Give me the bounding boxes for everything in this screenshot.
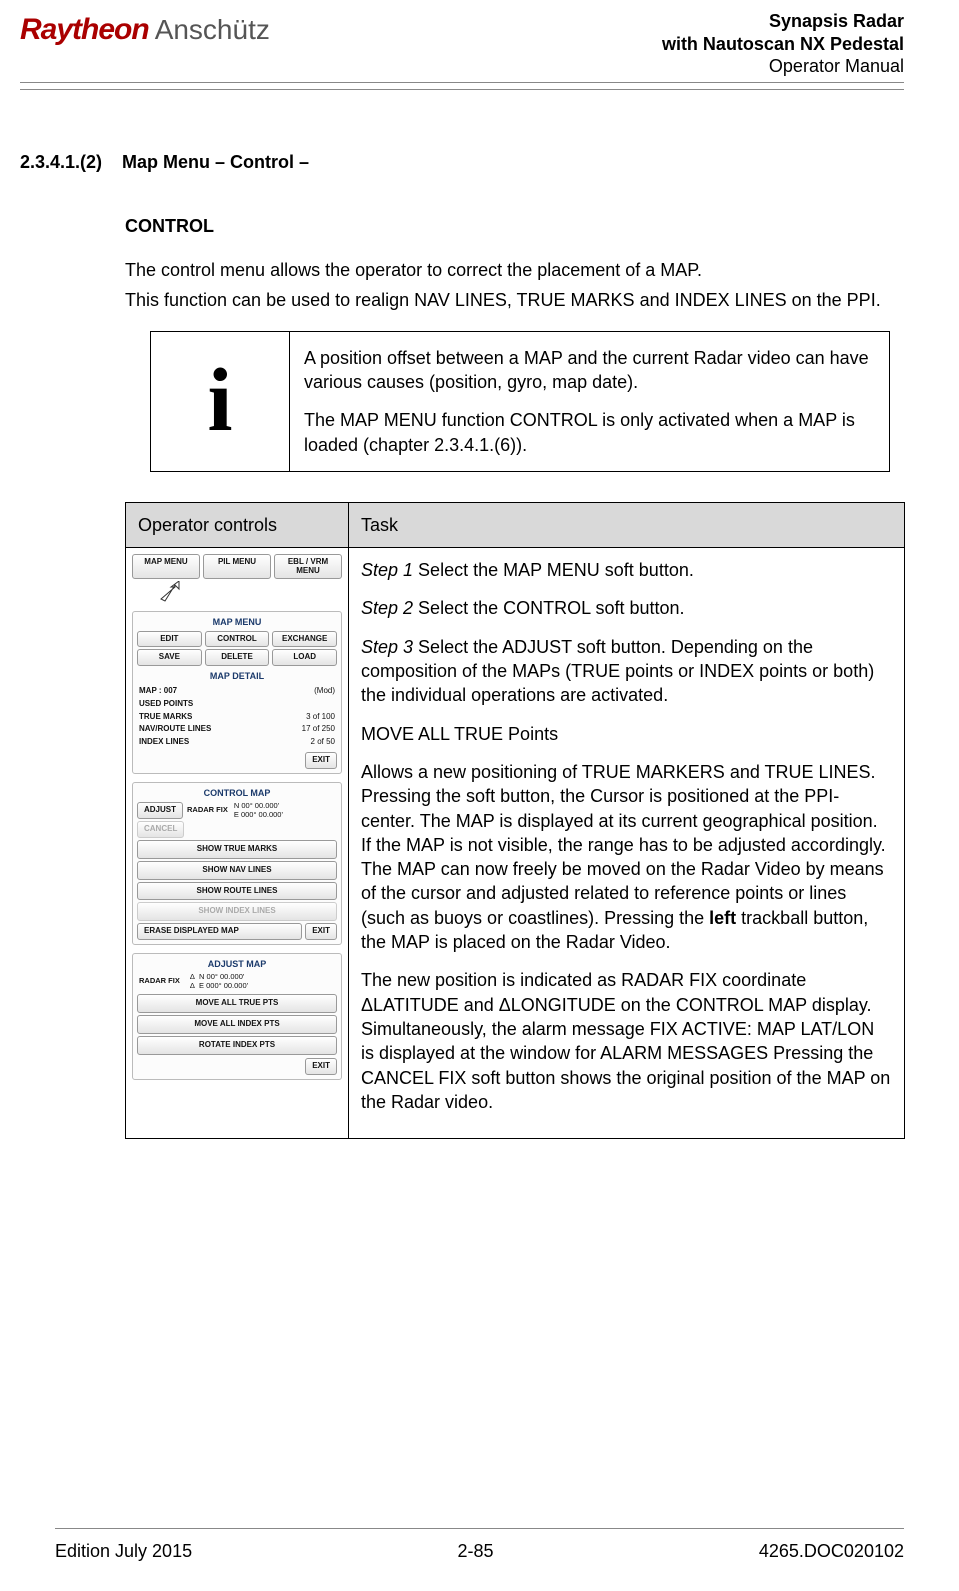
logo-anschutz: Anschütz <box>155 11 270 49</box>
delete-button[interactable]: DELETE <box>205 649 270 665</box>
cancel-fix-button[interactable]: CANCEL <box>137 821 184 838</box>
radar-fix-readout-2: RADAR FIX Δ N 00° 00.000' Δ E 000° 00.00… <box>139 973 337 990</box>
mock-top-buttons: MAP MENU PIL MENU EBL / VRM MENU <box>132 554 342 603</box>
exit-button-2[interactable]: EXIT <box>305 923 337 940</box>
nav-route-val: 17 of 250 <box>302 724 335 735</box>
used-points-label: USED POINTS <box>139 699 193 710</box>
page-header: Raytheon Anschütz Synapsis Radar with Na… <box>20 10 904 83</box>
info-p1: A position offset between a MAP and the … <box>304 346 875 395</box>
exit-button[interactable]: EXIT <box>305 752 337 769</box>
load-button[interactable]: LOAD <box>272 649 337 665</box>
mock-control-map-panel: CONTROL MAP ADJUST RADAR FIX N 00° 00.00… <box>132 782 342 945</box>
adjust-lon: E 000° 00.000' <box>199 981 248 990</box>
radar-fix-readout: RADAR FIX N 00° 00.000' E 000° 00.000' <box>187 802 283 819</box>
header-rule <box>20 89 904 90</box>
operator-table: Operator controls Task MAP MENU PIL MENU… <box>125 502 905 1139</box>
control-button[interactable]: CONTROL <box>205 631 270 647</box>
callout-arrow-icon <box>157 581 342 603</box>
map-mod: (Mod) <box>314 686 335 697</box>
step-1: Step 1 Select the MAP MENU soft button. <box>361 558 892 582</box>
move-heading: MOVE ALL TRUE Points <box>361 722 892 746</box>
index-lines-val: 2 of 50 <box>311 737 335 748</box>
map-menu-title: MAP MENU <box>137 616 337 628</box>
exit-button-3[interactable]: EXIT <box>305 1058 337 1075</box>
section-title: Map Menu – Control – <box>122 150 309 174</box>
footer-left: Edition July 2015 <box>55 1539 192 1563</box>
adjust-button[interactable]: ADJUST <box>137 802 183 819</box>
sub-heading: CONTROL <box>125 214 904 238</box>
info-text: A position offset between a MAP and the … <box>290 331 890 471</box>
show-nav-lines-button[interactable]: SHOW NAV LINES <box>137 861 337 880</box>
exchange-button[interactable]: EXCHANGE <box>272 631 337 647</box>
save-button[interactable]: SAVE <box>137 649 202 665</box>
map-detail-title: MAP DETAIL <box>137 670 337 682</box>
logo-raytheon: Raytheon <box>20 10 149 51</box>
edit-button[interactable]: EDIT <box>137 631 202 647</box>
col-controls: Operator controls <box>126 502 349 547</box>
control-map-title: CONTROL MAP <box>137 787 337 799</box>
section-number: 2.3.4.1.(2) <box>20 150 102 174</box>
operator-controls-cell: MAP MENU PIL MENU EBL / VRM MENU MAP MEN… <box>126 548 349 1139</box>
erase-map-button[interactable]: ERASE DISPLAYED MAP <box>137 923 302 940</box>
move-p1: Allows a new positioning of TRUE MARKERS… <box>361 760 892 954</box>
move-all-index-pts-button[interactable]: MOVE ALL INDEX PTS <box>137 1015 337 1034</box>
intro-p1: The control menu allows the operator to … <box>125 258 904 282</box>
task-cell: Step 1 Select the MAP MENU soft button. … <box>349 548 905 1139</box>
move-all-true-pts-button[interactable]: MOVE ALL TRUE PTS <box>137 994 337 1013</box>
info-box: i A position offset between a MAP and th… <box>150 331 890 472</box>
radar-fix-lon: E 000° 00.000' <box>234 811 283 820</box>
footer-center: 2-85 <box>457 1539 493 1563</box>
step-2: Step 2 Select the CONTROL soft button. <box>361 596 892 620</box>
pil-menu-button[interactable]: PIL MENU <box>203 554 271 579</box>
index-lines-label: INDEX LINES <box>139 737 189 748</box>
step-3: Step 3 Select the ADJUST soft button. De… <box>361 635 892 708</box>
true-marks-val: 3 of 100 <box>306 712 335 723</box>
true-marks-label: TRUE MARKS <box>139 712 192 723</box>
nav-route-label: NAV/ROUTE LINES <box>139 724 211 735</box>
show-index-lines-button: SHOW INDEX LINES <box>137 902 337 921</box>
move-p2: The new position is indicated as RADAR F… <box>361 968 892 1114</box>
doc-title-line1: Synapsis Radar <box>662 10 904 33</box>
intro-p2: This function can be used to realign NAV… <box>125 288 904 312</box>
col-task: Task <box>349 502 905 547</box>
rotate-index-pts-button[interactable]: ROTATE INDEX PTS <box>137 1036 337 1055</box>
footer-right: 4265.DOC020102 <box>759 1539 904 1563</box>
logo: Raytheon Anschütz <box>20 10 270 51</box>
info-icon: i <box>165 365 275 437</box>
section-heading: 2.3.4.1.(2) Map Menu – Control – <box>20 150 904 174</box>
doc-title: Synapsis Radar with Nautoscan NX Pedesta… <box>662 10 904 78</box>
map-id: MAP : 007 <box>139 686 177 697</box>
doc-title-line3: Operator Manual <box>662 55 904 78</box>
page-footer: Edition July 2015 2-85 4265.DOC020102 <box>55 1528 904 1563</box>
info-icon-cell: i <box>151 331 290 471</box>
mock-adjust-map-panel: ADJUST MAP RADAR FIX Δ N 00° 00.000' Δ E… <box>132 953 342 1080</box>
show-route-lines-button[interactable]: SHOW ROUTE LINES <box>137 882 337 901</box>
show-true-marks-button[interactable]: SHOW TRUE MARKS <box>137 840 337 859</box>
map-menu-button[interactable]: MAP MENU <box>132 554 200 579</box>
ebl-vrm-menu-button[interactable]: EBL / VRM MENU <box>274 554 342 579</box>
info-p2: The MAP MENU function CONTROL is only ac… <box>304 408 875 457</box>
doc-title-line2: with Nautoscan NX Pedestal <box>662 33 904 56</box>
adjust-map-title: ADJUST MAP <box>137 958 337 970</box>
mock-map-menu-panel: MAP MENU EDIT CONTROL EXCHANGE SAVE DELE… <box>132 611 342 774</box>
